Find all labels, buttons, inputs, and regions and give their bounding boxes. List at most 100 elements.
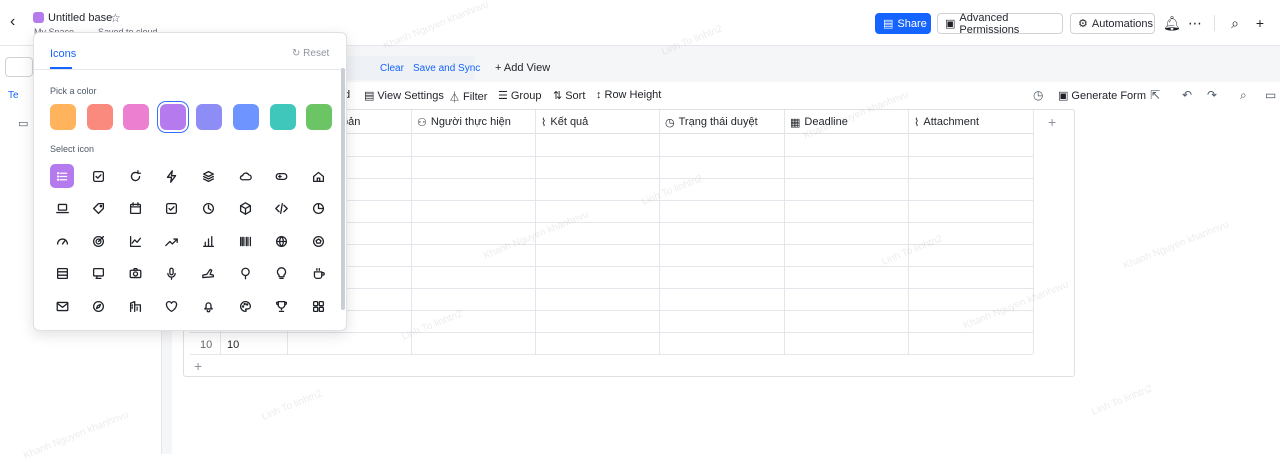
permissions-icon: ▣	[945, 18, 956, 30]
sidebar-search[interactable]	[5, 57, 33, 77]
target-icon[interactable]	[87, 229, 111, 253]
save-and-sync-button[interactable]: Save and Sync	[413, 63, 480, 74]
compass-icon[interactable]	[87, 294, 111, 318]
settings-icon: ▤	[364, 90, 375, 102]
watermark: Linh To linhtn2	[1090, 383, 1155, 418]
color-swatch[interactable]	[159, 104, 186, 130]
add-icon[interactable]: +	[1252, 15, 1268, 31]
reset-icon: ↻	[292, 48, 304, 59]
back-icon[interactable]: ‹	[10, 14, 26, 30]
view-settings-button[interactable]: ▤ View Settings	[364, 89, 444, 103]
advanced-permissions-button[interactable]: ▣ Advanced Permissions	[937, 12, 1063, 36]
column-header-assignee[interactable]: ⚇ Người thực hiện	[411, 110, 511, 134]
table-cell[interactable]: 10	[227, 339, 239, 351]
cloud-icon[interactable]	[233, 164, 257, 188]
share-button[interactable]: ▤ Share	[875, 13, 931, 34]
color-swatch[interactable]	[269, 104, 296, 130]
code-icon[interactable]	[270, 197, 294, 221]
add-view-button[interactable]: + Add View	[495, 62, 550, 74]
history-icon[interactable]: ◷	[1033, 88, 1043, 102]
check-square-icon[interactable]	[160, 197, 184, 221]
column-header-deadline[interactable]: ▦ Deadline	[784, 110, 848, 134]
automations-button[interactable]: ⚙ Automations	[1070, 13, 1155, 34]
add-column-icon[interactable]: +	[1048, 114, 1056, 130]
clock-icon[interactable]	[196, 197, 220, 221]
sidebar-table-tab[interactable]: Te	[8, 90, 19, 101]
comment-icon[interactable]: ▭	[1265, 88, 1276, 102]
balloon-icon[interactable]	[233, 262, 257, 286]
database-icon[interactable]	[50, 262, 74, 286]
icons-tab[interactable]: Icons	[50, 48, 76, 60]
cube-icon[interactable]	[233, 197, 257, 221]
base-title[interactable]: Untitled base	[48, 12, 112, 24]
find-icon[interactable]: ⌕	[1240, 88, 1247, 103]
add-row-icon[interactable]: +	[194, 358, 202, 374]
ball-icon[interactable]	[306, 229, 330, 253]
line-chart-icon[interactable]	[123, 229, 147, 253]
mail-icon[interactable]	[50, 294, 74, 318]
column-divider	[908, 110, 909, 354]
group-button[interactable]: ☰ Group	[498, 89, 541, 103]
home-icon[interactable]	[306, 164, 330, 188]
more-icon[interactable]: ⋯	[1187, 15, 1203, 31]
search-icon[interactable]: ⌕	[1227, 15, 1243, 31]
bell-icon[interactable]: 🔔︎	[1163, 15, 1181, 31]
camera-icon[interactable]	[123, 262, 147, 286]
calendar-icon[interactable]	[123, 197, 147, 221]
sort-button[interactable]: ⇅ Sort	[553, 89, 585, 103]
column-divider	[535, 110, 536, 354]
color-swatch[interactable]	[306, 104, 333, 130]
globe-icon[interactable]	[270, 229, 294, 253]
list-icon[interactable]	[50, 164, 74, 188]
trophy-icon[interactable]	[270, 294, 294, 318]
tag-icon[interactable]	[87, 197, 111, 221]
barcode-icon[interactable]	[233, 229, 257, 253]
color-swatch[interactable]	[50, 104, 76, 130]
screen-icon[interactable]	[87, 262, 111, 286]
pie-chart-icon[interactable]	[306, 197, 330, 221]
gamepad-icon[interactable]	[270, 164, 294, 188]
checkbox-square-icon[interactable]	[87, 164, 111, 188]
grid-icon[interactable]	[306, 294, 330, 318]
bulb-icon[interactable]	[270, 262, 294, 286]
redo-icon[interactable]: ↷	[1207, 88, 1217, 102]
calendar-icon: ▦	[790, 116, 801, 129]
lightning-icon[interactable]	[160, 164, 184, 188]
bar-chart-icon[interactable]	[196, 229, 220, 253]
clear-button[interactable]: Clear	[380, 63, 404, 74]
popup-scrollbar[interactable]	[341, 68, 345, 310]
color-swatch[interactable]	[233, 104, 259, 130]
palette-icon[interactable]	[233, 294, 257, 318]
column-header-attachment[interactable]: ⌇ Attachment	[908, 110, 979, 134]
attachment-icon: ⌇	[914, 116, 920, 129]
column-header-result[interactable]: ⌇ Kết quả	[535, 110, 588, 134]
row-divider	[190, 332, 1033, 333]
layers-icon[interactable]	[196, 164, 220, 188]
share-view-icon[interactable]: ⇱	[1150, 88, 1160, 102]
row-divider	[190, 354, 1033, 355]
reset-button[interactable]: ↻ Reset	[292, 48, 329, 59]
microphone-icon[interactable]	[160, 262, 184, 286]
plane-icon[interactable]	[196, 262, 220, 286]
bell-icon[interactable]	[196, 294, 220, 318]
laptop-icon[interactable]	[50, 197, 74, 221]
gauge-icon[interactable]	[50, 229, 74, 253]
heart-icon[interactable]	[160, 294, 184, 318]
filter-button[interactable]: ⏃ Filter	[449, 89, 487, 105]
row-height-button[interactable]: ↕ Row Height	[596, 89, 661, 101]
color-swatch[interactable]	[123, 104, 150, 130]
color-swatch[interactable]	[86, 104, 113, 130]
refresh-icon[interactable]	[123, 164, 147, 188]
coffee-icon[interactable]	[306, 262, 330, 286]
building-icon[interactable]	[123, 294, 147, 318]
generate-form-button[interactable]: ▣ Generate Form	[1058, 89, 1146, 103]
column-divider	[659, 110, 660, 354]
star-icon[interactable]: ☆	[110, 11, 121, 25]
sidebar-item-icon[interactable]: ▭	[18, 117, 28, 130]
divider	[1214, 15, 1215, 31]
undo-icon[interactable]: ↶	[1182, 88, 1192, 102]
column-header-approval[interactable]: ◷ Trạng thái duyệt	[659, 110, 758, 134]
trend-icon[interactable]	[160, 229, 184, 253]
icon-picker-popup: Icons ↻ Reset Pick a color Select icon	[33, 32, 347, 331]
color-swatch[interactable]	[196, 104, 223, 130]
